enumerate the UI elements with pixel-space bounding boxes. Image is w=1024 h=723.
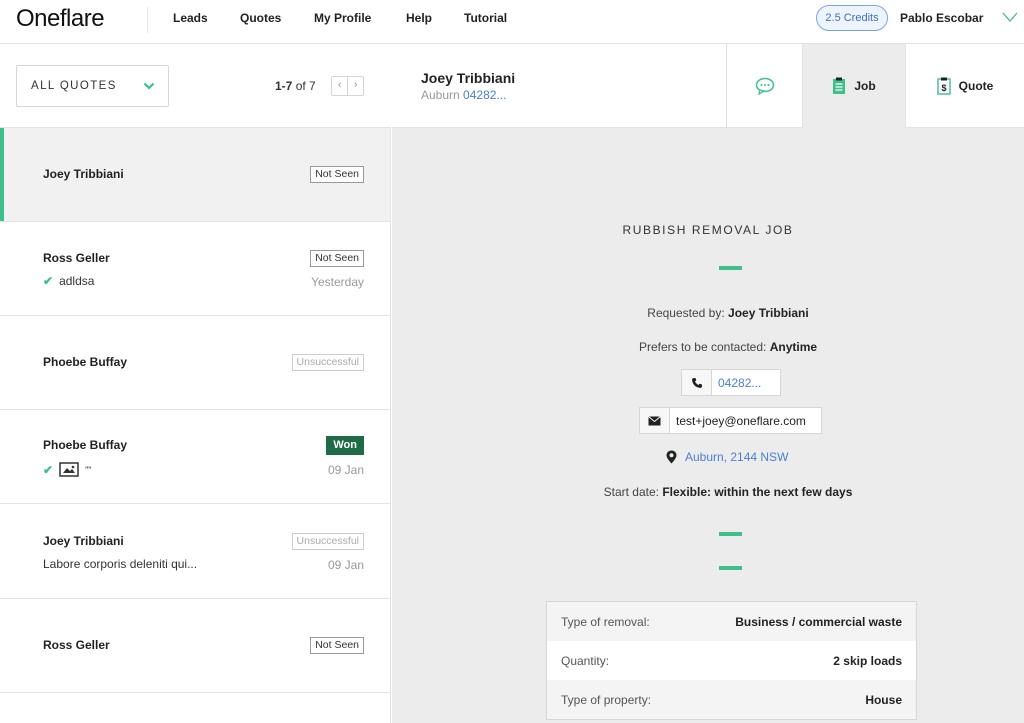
chevron-down-icon[interactable] xyxy=(1002,10,1018,24)
filter-bar: ALL QUOTES 1-7 of 7 ‹ › xyxy=(0,44,391,128)
lead-date: Yesterday xyxy=(311,275,364,289)
chevron-down-icon xyxy=(143,82,155,90)
check-icon: ✔ xyxy=(43,274,54,288)
phone-number[interactable]: 04282... xyxy=(712,370,767,395)
lead-detail-phone[interactable]: 04282... xyxy=(463,88,506,102)
lead-name: Joey Tribbiani xyxy=(43,534,124,548)
status-badge: Not Seen xyxy=(310,166,364,183)
lead-name: Phoebe Buffay xyxy=(43,355,128,369)
prev-page-button[interactable]: ‹ xyxy=(332,77,347,95)
nav-help[interactable]: Help xyxy=(406,11,432,25)
lead-detail-name: Joey Tribbiani xyxy=(421,70,516,86)
next-page-button[interactable]: › xyxy=(347,77,363,95)
lead-date: 09 Jan xyxy=(327,558,364,572)
detail-value: Business / commercial waste xyxy=(735,614,902,629)
requested-by-value: Joey Tribbiani xyxy=(728,306,809,320)
phone-contact[interactable]: 04282... xyxy=(681,369,781,396)
lead-name: Ross Geller xyxy=(43,638,110,652)
image-icon xyxy=(59,462,79,477)
lead-message-preview: Labore corporis deleniti qui... xyxy=(43,557,197,571)
status-badge: Unsuccessful xyxy=(291,533,364,550)
lead-message: Labore corporis deleniti qui... xyxy=(43,557,198,571)
lead-name: Joey Tribbiani xyxy=(43,167,124,181)
lead-message-preview: ✔ adldsa xyxy=(43,274,94,288)
contact-pref-label: Prefers to be contacted: xyxy=(638,340,767,354)
lead-name: Phoebe Buffay xyxy=(43,438,128,452)
lead-item[interactable]: Joey Tribbiani Not Seen xyxy=(0,128,390,222)
lead-date: 09 Jan xyxy=(327,463,364,477)
pager-total: of 7 xyxy=(295,79,316,93)
lead-item[interactable]: Ross Geller Not Seen ✔ adldsa Yesterday xyxy=(0,222,390,316)
oneflare-logo[interactable]: Oneflare xyxy=(16,5,105,33)
svg-text:$: $ xyxy=(941,83,946,93)
lead-detail-suburb: Auburn xyxy=(421,88,460,102)
lead-detail-subline: Auburn 04282... xyxy=(421,88,506,102)
nav-tutorial[interactable]: Tutorial xyxy=(464,11,507,25)
quotes-filter-dropdown[interactable]: ALL QUOTES xyxy=(16,65,169,107)
divider-dash xyxy=(719,266,742,270)
lead-list-panel: ALL QUOTES 1-7 of 7 ‹ › Joey Tribbiani N… xyxy=(0,44,391,723)
tab-quote-label: Quote xyxy=(958,79,994,93)
detail-value: 2 skip loads xyxy=(833,653,902,668)
nav-my-profile[interactable]: My Profile xyxy=(314,11,371,25)
lead-item[interactable]: Joey Tribbiani Unsuccessful Labore corpo… xyxy=(0,505,390,599)
table-row: Type of removal: Business / commercial w… xyxy=(547,602,916,641)
phone-icon xyxy=(682,370,712,395)
lead-message: "" xyxy=(85,464,92,475)
email-address[interactable]: test+joey@oneflare.com xyxy=(670,408,812,433)
job-detail-panel: RUBBISH REMOVAL JOB Requested by: Joey T… xyxy=(392,128,1024,723)
table-row: Type of property: House xyxy=(547,680,916,719)
lead-item[interactable]: Phoebe Buffay Won ✔ "" 09 Jan xyxy=(0,410,390,504)
tab-messages[interactable] xyxy=(726,44,802,128)
chat-bubble-icon xyxy=(755,77,774,95)
detail-label: Type of removal: xyxy=(561,614,650,629)
status-badge: Unsuccessful xyxy=(291,354,364,371)
contact-preference: Prefers to be contacted: Anytime xyxy=(392,340,1024,354)
detail-label: Type of property: xyxy=(561,692,652,707)
job-location-text[interactable]: Auburn, 2144 NSW xyxy=(685,450,788,464)
pager-range: 1-7 xyxy=(275,79,293,93)
status-badge: Not Seen xyxy=(310,250,364,267)
requested-by: Requested by: Joey Tribbiani xyxy=(392,306,1024,320)
pager-count: 1-7 of 7 xyxy=(275,79,316,93)
email-contact[interactable]: test+joey@oneflare.com xyxy=(639,407,822,434)
divider-dash xyxy=(719,532,742,536)
job-location[interactable]: Auburn, 2144 NSW xyxy=(666,450,788,464)
tab-job-label: Job xyxy=(854,79,876,93)
lead-detail-header: Joey Tribbiani Auburn 04282... Job $ Quo… xyxy=(392,44,1024,128)
pager-buttons: ‹ › xyxy=(331,76,364,96)
credits-badge[interactable]: 2.5 Credits xyxy=(816,5,888,31)
lead-item[interactable]: Phoebe Buffay Unsuccessful xyxy=(0,316,390,410)
nav-leads[interactable]: Leads xyxy=(173,11,208,25)
lead-message: adldsa xyxy=(59,274,95,288)
tab-quote[interactable]: $ Quote xyxy=(905,44,1024,128)
tab-job[interactable]: Job xyxy=(802,44,905,128)
quote-document-icon: $ xyxy=(936,77,951,95)
top-nav: Oneflare Leads Quotes My Profile Help Tu… xyxy=(0,0,1024,44)
detail-value: House xyxy=(865,692,902,707)
job-details-table: Type of removal: Business / commercial w… xyxy=(546,601,917,720)
status-badge: Not Seen xyxy=(310,637,364,654)
lead-item[interactable]: Ross Geller Not Seen xyxy=(0,599,390,693)
requested-by-label: Requested by: xyxy=(647,306,725,320)
quotes-filter-label: ALL QUOTES xyxy=(31,80,117,92)
contact-pref-value: Anytime xyxy=(769,340,818,354)
status-badge: Won xyxy=(326,436,364,455)
nav-divider xyxy=(147,7,148,33)
start-date-label: Start date: xyxy=(603,485,659,499)
detail-label: Quantity: xyxy=(561,653,610,668)
lead-name: Ross Geller xyxy=(43,251,110,265)
table-row: Quantity: 2 skip loads xyxy=(547,641,916,680)
map-pin-icon xyxy=(666,450,677,464)
lead-message-preview: ✔ "" xyxy=(43,462,91,477)
clipboard-icon xyxy=(833,77,846,94)
nav-quotes[interactable]: Quotes xyxy=(240,11,281,25)
user-name[interactable]: Pablo Escobar xyxy=(900,11,983,25)
start-date-value: Flexible: within the next few days xyxy=(662,485,853,499)
job-title: RUBBISH REMOVAL JOB xyxy=(622,223,794,237)
check-icon: ✔ xyxy=(43,462,54,477)
envelope-icon xyxy=(640,408,670,433)
start-date: Start date: Flexible: within the next fe… xyxy=(392,485,1024,499)
divider-dash xyxy=(719,566,742,570)
